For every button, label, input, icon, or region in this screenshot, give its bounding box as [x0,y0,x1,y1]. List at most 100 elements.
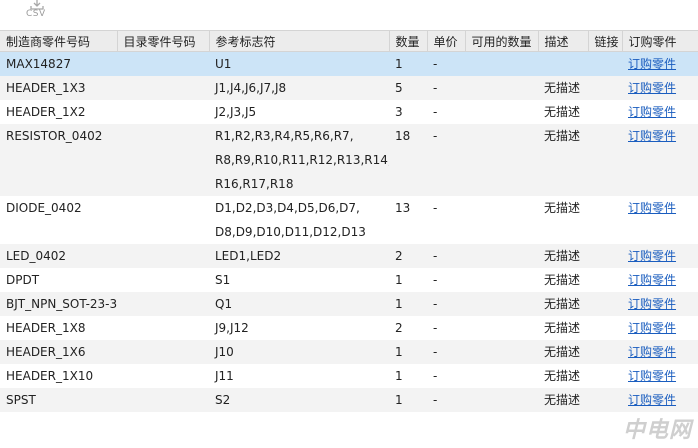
available-cell [465,364,538,388]
col-header-description[interactable]: 描述 [538,30,589,52]
order-parts-link[interactable]: 订购零件 [628,129,676,143]
col-header-reference[interactable]: 参考标志符 [209,30,390,52]
table-row[interactable]: HEADER_1X3 J1,J4,J6,J7,J8 5- 无描述 订购零件 [0,76,698,100]
order-parts-link[interactable]: 订购零件 [628,201,676,215]
table-row[interactable]: BJT_NPN_SOT-23-3 Q1 1- 无描述 订购零件 [0,292,698,316]
bom-table: 制造商零件号码 目录零件号码 参考标志符 数量 单价 可用的数量 描述 链接 订… [0,30,698,412]
link-cell [588,100,622,124]
link-cell [588,292,622,316]
reference-line: J2,J3,J5 [215,105,257,119]
col-header-available[interactable]: 可用的数量 [465,30,539,52]
mfr-part-cell: HEADER_1X8 [0,316,117,340]
catalog-part-cell [117,364,209,388]
reference-line: J11 [215,369,234,383]
order-parts-link[interactable]: 订购零件 [628,249,676,263]
order-parts-link[interactable]: 订购零件 [628,369,676,383]
unit-price-cell: - [427,244,465,268]
order-cell: 订购零件 [622,196,698,244]
order-parts-link[interactable]: 订购零件 [628,57,676,71]
description-cell: 无描述 [538,124,588,196]
order-cell: 订购零件 [622,316,698,340]
mfr-part-cell: HEADER_1X6 [0,340,117,364]
quantity-cell: 1 [389,51,427,76]
table-row[interactable]: DIODE_0402 D1,D2,D3,D4,D5,D6,D7, D8,D9,D10… [0,196,698,244]
csv-export-button[interactable]: CSV [26,0,48,24]
order-cell: 订购零件 [622,244,698,268]
table-row[interactable]: LED_0402 LED1,LED2 2- 无描述 订购零件 [0,244,698,268]
quantity-cell: 1 [389,268,427,292]
table-row[interactable]: HEADER_1X6 J10 1- 无描述 订购零件 [0,340,698,364]
order-parts-link[interactable]: 订购零件 [628,81,676,95]
reference-line: J10 [215,345,234,359]
catalog-part-cell [117,100,209,124]
table-row[interactable]: MAX14827 U1 1- 订购零件 [0,51,698,76]
reference-cell: J9,J12 [209,316,389,340]
csv-label: CSV [26,9,46,19]
unit-price-cell: - [427,292,465,316]
unit-price-cell: - [427,388,465,412]
reference-line: J9,J12 [215,321,249,335]
available-cell [465,244,538,268]
available-cell [465,268,538,292]
link-cell [588,76,622,100]
available-cell [465,388,538,412]
unit-price-cell: - [427,268,465,292]
col-header-link[interactable]: 链接 [588,30,623,52]
description-cell: 无描述 [538,340,588,364]
order-cell: 订购零件 [622,388,698,412]
col-header-order[interactable]: 订购零件 [622,30,698,52]
mfr-part-cell: SPST [0,388,117,412]
table-row[interactable]: HEADER_1X8 J9,J12 2- 无描述 订购零件 [0,316,698,340]
col-header-unit-price[interactable]: 单价 [427,30,466,52]
catalog-part-cell [117,124,209,196]
available-cell [465,51,538,76]
mfr-part-cell: HEADER_1X10 [0,364,117,388]
order-parts-link[interactable]: 订购零件 [628,105,676,119]
reference-cell: U1 [209,51,389,76]
link-cell [588,51,622,76]
link-cell [588,244,622,268]
link-cell [588,340,622,364]
order-cell: 订购零件 [622,51,698,76]
order-parts-link[interactable]: 订购零件 [628,393,676,407]
quantity-cell: 2 [389,316,427,340]
unit-price-cell: - [427,196,465,244]
link-cell [588,316,622,340]
link-cell [588,268,622,292]
table-row[interactable]: SPST S2 1- 无描述 订购零件 [0,388,698,412]
order-parts-link[interactable]: 订购零件 [628,297,676,311]
available-cell [465,196,538,244]
table-header-row: 制造商零件号码 目录零件号码 参考标志符 数量 单价 可用的数量 描述 链接 订… [0,30,698,52]
catalog-part-cell [117,316,209,340]
order-parts-link[interactable]: 订购零件 [628,321,676,335]
mfr-part-cell: HEADER_1X3 [0,76,117,100]
catalog-part-cell [117,244,209,268]
order-parts-link[interactable]: 订购零件 [628,273,676,287]
quantity-cell: 5 [389,76,427,100]
link-cell [588,196,622,244]
col-header-mfr-part[interactable]: 制造商零件号码 [0,30,118,52]
available-cell [465,100,538,124]
order-parts-link[interactable]: 订购零件 [628,345,676,359]
unit-price-cell: - [427,316,465,340]
col-header-quantity[interactable]: 数量 [389,30,428,52]
link-cell [588,388,622,412]
available-cell [465,292,538,316]
table-row[interactable]: DPDT S1 1- 无描述 订购零件 [0,268,698,292]
description-cell: 无描述 [538,76,588,100]
mfr-part-cell: LED_0402 [0,244,117,268]
mfr-part-cell: DIODE_0402 [0,196,117,244]
available-cell [465,76,538,100]
order-cell: 订购零件 [622,76,698,100]
unit-price-cell: - [427,124,465,196]
order-cell: 订购零件 [622,100,698,124]
table-row[interactable]: HEADER_1X10 J11 1- 无描述 订购零件 [0,364,698,388]
catalog-part-cell [117,388,209,412]
catalog-part-cell [117,268,209,292]
description-cell: 无描述 [538,196,588,244]
table-row[interactable]: HEADER_1X2 J2,J3,J5 3- 无描述 订购零件 [0,100,698,124]
mfr-part-cell: DPDT [0,268,117,292]
table-row[interactable]: RESISTOR_0402 R1,R2,R3,R4,R5,R6,R7, R8,R9,… [0,124,698,196]
col-header-catalog-part[interactable]: 目录零件号码 [117,30,210,52]
quantity-cell: 1 [389,364,427,388]
